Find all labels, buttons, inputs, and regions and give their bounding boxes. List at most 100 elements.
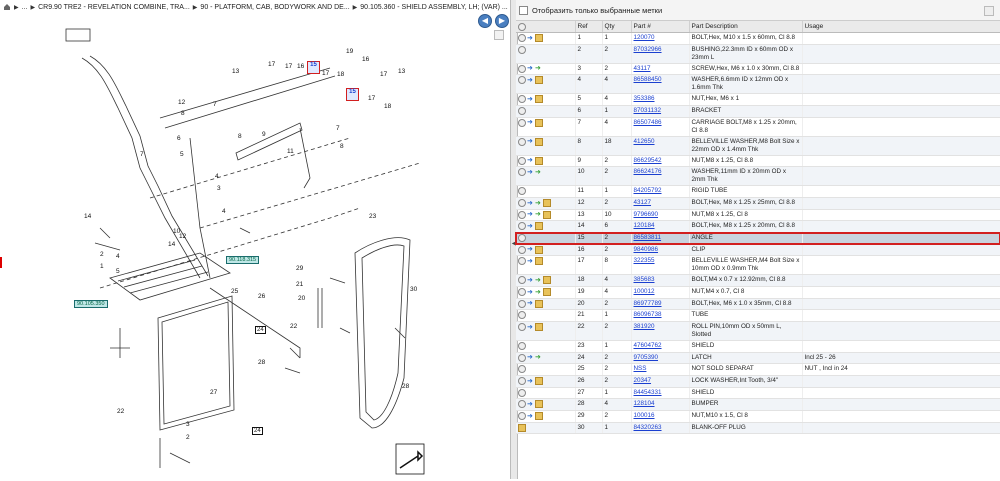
- col-qty[interactable]: Qty: [602, 21, 632, 33]
- add-to-cart-icon[interactable]: [518, 400, 526, 409]
- package-icon[interactable]: [518, 423, 526, 432]
- table-row[interactable]: ➜ 14 6 120184 BOLT,Hex, M8 x 1.25 x 20mm, Cl…: [516, 220, 1000, 234]
- add-to-cart-icon[interactable]: [518, 412, 526, 421]
- info-icon[interactable]: ➜: [527, 157, 534, 164]
- table-row[interactable]: 2 2 87032966 BUSHING,22.3mm ID x 60mm OD x …: [516, 44, 1000, 64]
- info-icon[interactable]: ➜: [527, 200, 534, 207]
- substitute-icon[interactable]: ➜: [535, 289, 542, 296]
- row-part-link[interactable]: 84205792: [631, 185, 690, 199]
- add-to-cart-icon[interactable]: [518, 299, 526, 308]
- info-icon[interactable]: ➜: [527, 211, 534, 218]
- table-row[interactable]: ➜ ➜ 10 2 86624176 WASHER,11mm ID x 20mm OD x …: [516, 166, 1000, 187]
- breadcrumb-item[interactable]: CR9.90 TRE2 - REVELATION COMBINE, TRA...: [38, 4, 190, 11]
- row-part-link[interactable]: 9796690: [631, 209, 690, 222]
- row-part-link[interactable]: 9840986: [631, 244, 690, 257]
- table-row[interactable]: ➜ 22 2 381920 ROLL PIN,10mm OD x 50mm L, Slo…: [516, 321, 1000, 342]
- table-row[interactable]: 25 2 NSS NOT SOLD SEPARAT NUT , Incl in 24: [516, 363, 1000, 377]
- package-icon[interactable]: [535, 400, 543, 409]
- package-icon[interactable]: [543, 210, 551, 219]
- table-row[interactable]: ➜ ➜ 3 2 43117 SCREW,Hex, M6 x 1.0 x 30mm, Cl …: [516, 63, 1000, 76]
- substitute-icon[interactable]: ➜: [535, 169, 542, 176]
- exploded-diagram[interactable]: 13 17 17 16 17 18 19 16 17 13 17 18 12 7 8 897 8 11…: [0, 28, 510, 479]
- row-part-link[interactable]: 381920: [631, 321, 690, 342]
- row-part-link[interactable]: 87031132: [631, 105, 690, 118]
- table-row[interactable]: ➜ 4 4 86588450 WASHER,6.6mm ID x 12mm OD x 1…: [516, 74, 1000, 95]
- col-ref[interactable]: Ref: [575, 21, 603, 33]
- show-selected-checkbox[interactable]: [519, 5, 528, 15]
- row-part-link[interactable]: 86977789: [631, 298, 690, 311]
- table-row[interactable]: ➜ 17 8 322355 BELLEVILLE WASHER,M4 Bolt Size…: [516, 255, 1000, 276]
- row-part-link[interactable]: 100012: [631, 286, 690, 299]
- add-to-cart-icon[interactable]: [518, 76, 526, 85]
- row-part-link[interactable]: 20347: [631, 375, 690, 388]
- info-icon[interactable]: ➜: [527, 119, 534, 126]
- table-row[interactable]: 27 1 84454331 SHIELD: [516, 387, 1000, 400]
- package-icon[interactable]: [535, 245, 543, 254]
- package-icon[interactable]: [543, 199, 551, 208]
- add-to-cart-icon[interactable]: [518, 388, 526, 397]
- table-row[interactable]: ➜ 5 4 353386 NUT,Hex, M6 x 1: [516, 93, 1000, 107]
- add-to-cart-icon[interactable]: [518, 156, 526, 165]
- add-to-cart-icon[interactable]: [518, 342, 526, 351]
- home-icon[interactable]: [3, 3, 11, 11]
- row-part-link[interactable]: 86624176: [631, 166, 690, 187]
- table-row[interactable]: 21 1 86096738 TUBE: [516, 309, 1000, 323]
- breadcrumb-item[interactable]: 90 - PLATFORM, CAB, BODYWORK AND DE...: [200, 4, 349, 11]
- table-row[interactable]: ➜ ➜ 12 2 43127 BOLT,Hex, M8 x 1.25 x 25mm, Cl…: [516, 197, 1000, 210]
- forward-button[interactable]: ▶: [495, 14, 509, 28]
- table-row[interactable]: 6 1 87031132 BRACKET: [516, 105, 1000, 118]
- info-icon[interactable]: ➜: [527, 35, 534, 42]
- table-row[interactable]: ➜ ➜ 18 4 385683 BOLT,M4 x 0.7 x 12.92mm, Cl 8…: [516, 274, 1000, 288]
- substitute-icon[interactable]: ➜: [535, 65, 542, 72]
- callout-24[interactable]: 24: [255, 326, 266, 334]
- add-all-icon[interactable]: [518, 22, 526, 31]
- add-to-cart-icon[interactable]: [518, 34, 526, 42]
- row-part-link[interactable]: 86588450: [631, 74, 690, 95]
- row-part-link[interactable]: 120070: [631, 32, 690, 45]
- table-row[interactable]: ➜ 9 2 86629542 NUT,M8 x 1.25, Cl 8.8: [516, 155, 1000, 168]
- table-row[interactable]: ➜ 29 2 100016 NUT,M10 x 1.5, Cl 8: [516, 410, 1000, 423]
- ref-link-90-105-350[interactable]: 90.105.350: [74, 300, 108, 308]
- info-icon[interactable]: ➜: [527, 138, 534, 145]
- add-to-cart-icon[interactable]: [518, 222, 526, 231]
- back-button[interactable]: ◀: [478, 14, 492, 28]
- row-part-link[interactable]: 86096738: [631, 309, 690, 323]
- add-to-cart-icon[interactable]: [518, 137, 526, 146]
- row-part-link[interactable]: 100016: [631, 410, 690, 423]
- col-desc[interactable]: Part Description: [689, 21, 803, 33]
- row-part-link[interactable]: 43127: [631, 197, 690, 210]
- package-icon[interactable]: [535, 156, 543, 165]
- add-to-cart-icon[interactable]: [518, 311, 526, 320]
- info-icon[interactable]: ➜: [527, 96, 534, 103]
- info-icon[interactable]: ➜: [527, 300, 534, 307]
- ref-link-90-118-315[interactable]: 90.118.315: [226, 256, 260, 264]
- table-row[interactable]: 30 1 84320263 BLANK-OFF PLUG: [516, 422, 1000, 435]
- col-part[interactable]: Part #: [631, 21, 690, 33]
- table-row[interactable]: ➜ ➜ 13 10 9796690 NUT,M8 x 1.25, Cl 8: [516, 209, 1000, 222]
- callout-15-highlight[interactable]: 15: [346, 88, 359, 101]
- package-icon[interactable]: [535, 222, 543, 231]
- table-row[interactable]: ➜ 7 4 86507486 CARRIAGE BOLT,M8 x 1.25 x 20m…: [516, 117, 1000, 137]
- info-icon[interactable]: ➜: [527, 246, 534, 253]
- info-icon[interactable]: ➜: [527, 277, 534, 284]
- row-part-link[interactable]: 43117: [631, 63, 690, 76]
- add-to-cart-icon[interactable]: [518, 353, 526, 362]
- add-to-cart-icon[interactable]: [518, 187, 526, 196]
- table-row[interactable]: 15 2 86583811 ANGLE: [515, 231, 1000, 246]
- add-to-cart-icon[interactable]: [518, 276, 526, 285]
- row-part-link[interactable]: 86629542: [631, 155, 690, 168]
- add-to-cart-icon[interactable]: [518, 199, 526, 208]
- info-icon[interactable]: ➜: [527, 289, 534, 296]
- substitute-icon[interactable]: ➜: [535, 211, 542, 218]
- add-to-cart-icon[interactable]: [518, 377, 526, 386]
- row-part-link[interactable]: 84454331: [631, 387, 690, 400]
- info-icon[interactable]: ➜: [527, 169, 534, 176]
- substitute-icon[interactable]: ➜: [535, 354, 542, 361]
- row-part-link[interactable]: 47604762: [631, 340, 690, 353]
- add-to-cart-icon[interactable]: [518, 245, 526, 254]
- package-icon[interactable]: [535, 137, 543, 146]
- callout-24[interactable]: 24: [252, 427, 263, 435]
- table-row[interactable]: ➜ ➜ 19 4 100012 NUT,M4 x 0.7, Cl 8: [516, 286, 1000, 299]
- package-icon[interactable]: [535, 118, 543, 127]
- add-to-cart-icon[interactable]: [518, 288, 526, 297]
